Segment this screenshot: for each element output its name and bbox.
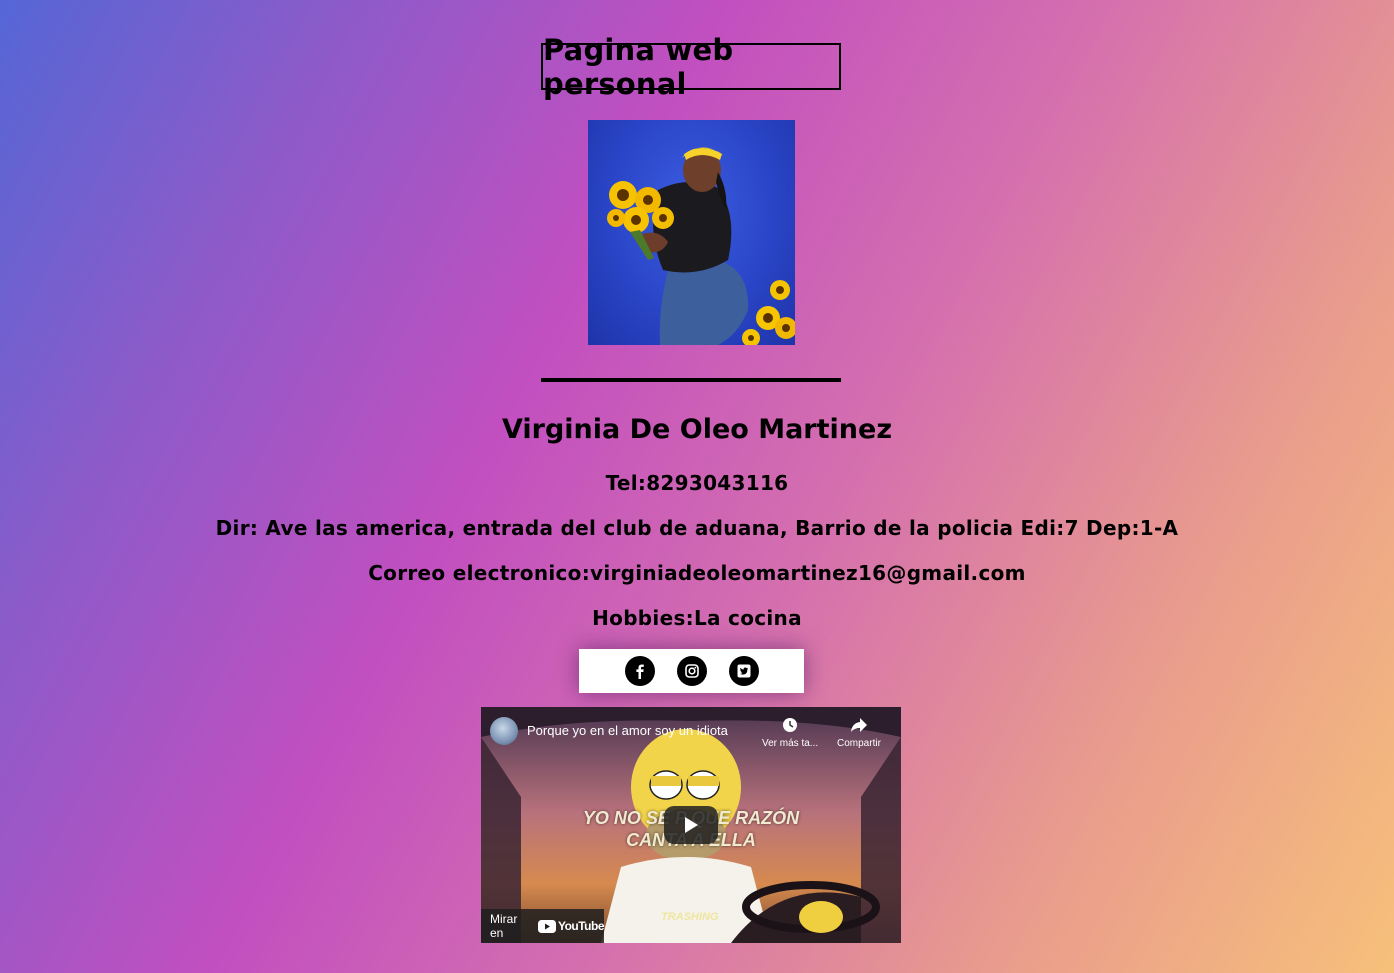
profile-photo-illustration <box>607 147 795 345</box>
page-title: Pagina web personal <box>541 33 841 101</box>
watch-later-button[interactable]: Ver más ta... <box>762 717 818 749</box>
channel-avatar[interactable] <box>490 717 518 745</box>
watch-on-label: Mirar en <box>490 912 518 940</box>
clock-icon <box>783 718 798 732</box>
watch-later-label: Ver más ta... <box>762 738 819 749</box>
watch-on-youtube-button[interactable]: Mirar en YouTube <box>481 909 605 943</box>
instagram-icon <box>684 664 699 678</box>
profile-address: Dir: Ave las america, entrada del club d… <box>215 516 1179 540</box>
facebook-icon <box>635 664 644 679</box>
instagram-link[interactable] <box>676 656 707 686</box>
share-icon <box>850 718 867 732</box>
play-button[interactable] <box>664 806 718 844</box>
youtube-logo: YouTube <box>537 919 605 933</box>
profile-phone: Tel:8293043116 <box>605 471 789 495</box>
twitter-icon <box>737 664 750 678</box>
video-watermark: TRASHING <box>661 911 719 923</box>
video-title[interactable]: Porque yo en el amor soy un idiota <box>527 723 728 738</box>
twitter-link[interactable] <box>728 656 759 686</box>
share-button[interactable]: Compartir <box>837 717 881 749</box>
profile-email: Correo electronico:virginiadeoleomartine… <box>368 561 1026 585</box>
social-links <box>579 649 804 693</box>
share-label: Compartir <box>837 738 881 749</box>
profile-name: Virginia De Oleo Martinez <box>501 414 893 445</box>
youtube-wordmark: YouTube <box>557 919 605 933</box>
section-divider <box>541 378 841 382</box>
profile-photo <box>588 120 795 345</box>
youtube-embed[interactable]: Porque yo en el amor soy un idiota Ver m… <box>481 707 901 943</box>
facebook-link[interactable] <box>624 656 655 686</box>
profile-hobbies: Hobbies:La cocina <box>592 606 802 630</box>
youtube-icon <box>537 919 556 933</box>
play-icon <box>685 817 698 833</box>
